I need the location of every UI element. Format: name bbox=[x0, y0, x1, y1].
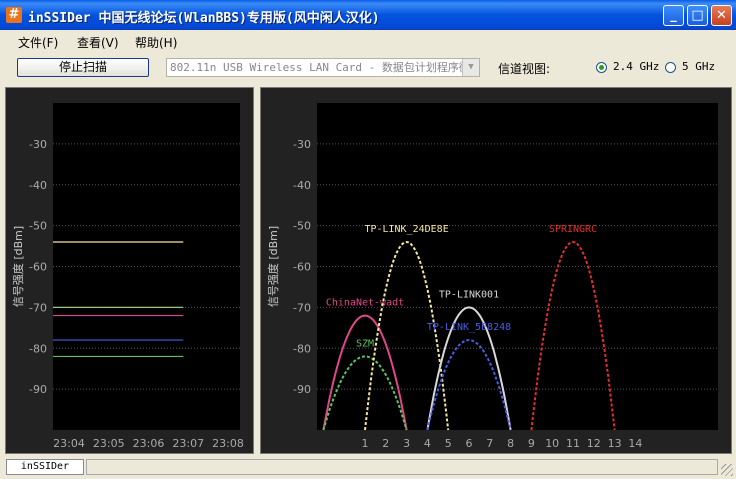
x-tick-label: 14 bbox=[628, 437, 642, 450]
x-tick-label: 10 bbox=[545, 437, 559, 450]
radio-5ghz[interactable] bbox=[665, 62, 676, 73]
time-graph-chart: -30 -40 -50 -60 -70 -80 -90 信号强度 [dBm] 23:04 23:0… bbox=[11, 103, 244, 450]
y-tick-label: -60 bbox=[29, 261, 47, 274]
y-tick-label: -30 bbox=[29, 138, 47, 151]
menu-help[interactable]: 帮助(H) bbox=[135, 34, 177, 51]
y-tick-label: -50 bbox=[293, 220, 311, 233]
channel-graph-chart: -30 -40 -50 -60 -70 -80 -90 信号强度 [dBm] 1 2 3 4 5 6 7 8 9… bbox=[266, 103, 718, 450]
x-tick-label: 23:04 bbox=[53, 437, 85, 450]
network-label: TP-LINK001 bbox=[439, 289, 499, 300]
x-tick-label: 11 bbox=[566, 437, 580, 450]
time-graph-panel: -30 -40 -50 -60 -70 -80 -90 信号强度 [dBm] 23:04 23:0… bbox=[5, 87, 254, 454]
y-tick-label: -70 bbox=[293, 301, 311, 314]
x-tick-label: 23:08 bbox=[212, 437, 244, 450]
menu-bar: 文件(F) 查看(V) 帮助(H) bbox=[0, 30, 736, 52]
chevron-down-icon[interactable]: ▼ bbox=[462, 59, 479, 76]
app-window: # inSSIDer 中国无线论坛(WlanBBS)专用版(风中闲人汉化) _ … bbox=[0, 0, 736, 479]
channel-graph-panel: -30 -40 -50 -60 -70 -80 -90 信号强度 [dBm] 1 2 3 4 5 6 7 8 9… bbox=[260, 87, 732, 454]
y-tick-label: -80 bbox=[29, 342, 47, 355]
menu-file[interactable]: 文件(F) bbox=[18, 34, 58, 51]
menu-view[interactable]: 查看(V) bbox=[77, 34, 119, 51]
stop-scan-button[interactable]: 停止扫描 bbox=[17, 58, 149, 77]
y-tick-label: -40 bbox=[293, 179, 311, 192]
x-tick-label: 7 bbox=[486, 437, 493, 450]
y-tick-label: -30 bbox=[293, 138, 311, 151]
x-tick-label: 4 bbox=[424, 437, 431, 450]
x-tick-label: 23:07 bbox=[172, 437, 204, 450]
channel-view-label: 信道视图: bbox=[498, 62, 551, 76]
x-tick-label: 5 bbox=[445, 437, 452, 450]
network-label: ChinaNet-wadt bbox=[326, 298, 404, 309]
y-axis-label: 信号强度 [dBm] bbox=[11, 226, 25, 307]
maximize-button[interactable]: □ bbox=[687, 5, 708, 26]
network-label: TP-LINK_24DE8E bbox=[364, 224, 448, 235]
status-pane bbox=[86, 459, 718, 475]
y-tick-label: -60 bbox=[293, 261, 311, 274]
x-tick-label: 1 bbox=[362, 437, 369, 450]
adapter-select[interactable]: 802.11n USB Wireless LAN Card - 数据包计划程序微… bbox=[166, 58, 480, 77]
title-bar[interactable]: # inSSIDer 中国无线论坛(WlanBBS)专用版(风中闲人汉化) _ … bbox=[0, 0, 736, 30]
toolbar: 停止扫描 802.11n USB Wireless LAN Card - 数据包… bbox=[0, 52, 736, 84]
x-tick-label: 12 bbox=[587, 437, 601, 450]
network-label: SPRINGRC bbox=[549, 224, 597, 235]
adapter-value: 802.11n USB Wireless LAN Card - 数据包计划程序微… bbox=[170, 61, 480, 74]
radio-2-4ghz[interactable] bbox=[596, 62, 607, 73]
status-bar: inSSIDer bbox=[0, 456, 736, 479]
x-tick-label: 8 bbox=[507, 437, 514, 450]
radio-5ghz-label[interactable]: 5 GHz bbox=[682, 60, 715, 73]
radio-2-4ghz-label[interactable]: 2.4 GHz bbox=[613, 60, 659, 73]
y-tick-label: -90 bbox=[29, 383, 47, 396]
x-tick-label: 13 bbox=[608, 437, 622, 450]
x-tick-label: 6 bbox=[466, 437, 473, 450]
resize-grip-icon[interactable] bbox=[721, 464, 733, 476]
y-tick-label: -70 bbox=[29, 301, 47, 314]
x-tick-label: 3 bbox=[403, 437, 410, 450]
y-axis-label: 信号强度 [dBm] bbox=[266, 226, 280, 307]
x-tick-label: 23:06 bbox=[133, 437, 165, 450]
x-tick-label: 2 bbox=[382, 437, 389, 450]
y-tick-label: -40 bbox=[29, 179, 47, 192]
network-label: TP-LINK_5E8248 bbox=[427, 322, 511, 333]
app-icon: # bbox=[6, 7, 22, 23]
x-tick-label: 9 bbox=[528, 437, 535, 450]
y-tick-label: -80 bbox=[293, 342, 311, 355]
minimize-button[interactable]: _ bbox=[663, 5, 684, 26]
window-title: inSSIDer 中国无线论坛(WlanBBS)专用版(风中闲人汉化) bbox=[28, 11, 380, 26]
status-text: inSSIDer bbox=[6, 459, 84, 475]
network-label: SZM bbox=[356, 338, 374, 349]
y-tick-label: -90 bbox=[293, 383, 311, 396]
x-tick-label: 23:05 bbox=[93, 437, 125, 450]
close-button[interactable]: ✕ bbox=[711, 5, 732, 26]
y-tick-label: -50 bbox=[29, 220, 47, 233]
